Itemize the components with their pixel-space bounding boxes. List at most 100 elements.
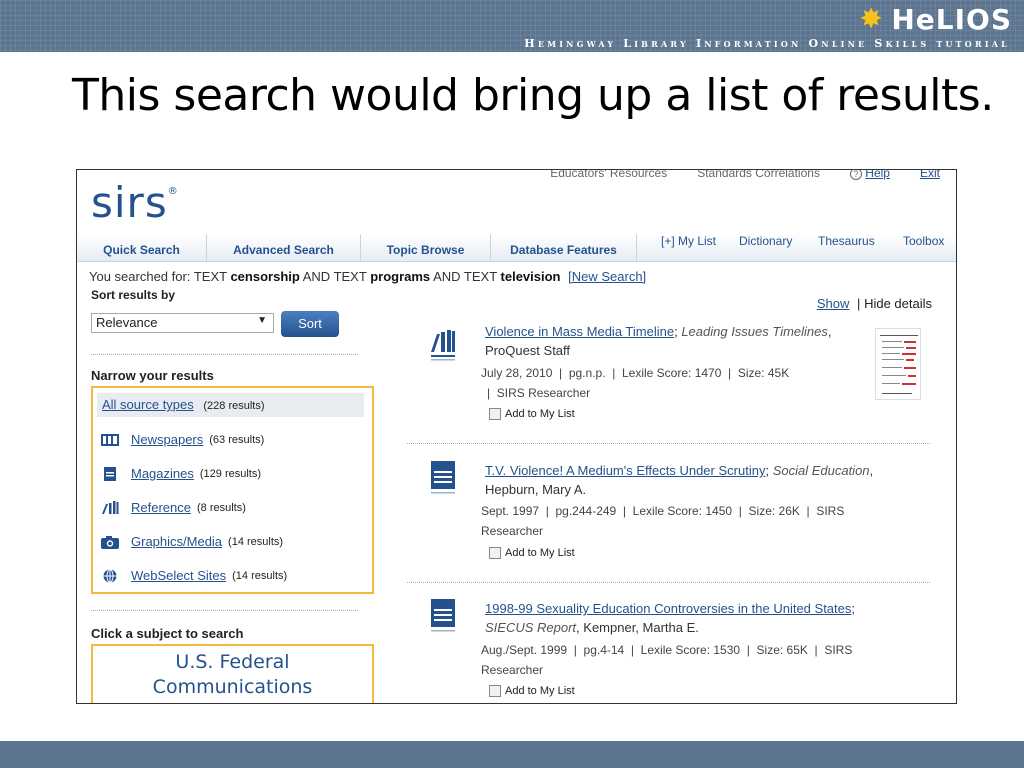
sort-label: Sort results by xyxy=(91,288,176,302)
add-to-list[interactable]: Add to My List xyxy=(489,547,575,559)
source-label: Reference xyxy=(131,500,191,515)
sort-select[interactable]: Relevance ▼ xyxy=(91,313,274,333)
search-summary: You searched for: TEXT censorship AND TE… xyxy=(89,269,646,284)
magazine-icon xyxy=(431,599,455,632)
result-source: Leading Issues Timelines xyxy=(681,324,828,339)
standards-correlations-link[interactable]: Standards Correlations xyxy=(697,170,820,180)
divider xyxy=(407,582,930,583)
exit-link[interactable]: Exit xyxy=(920,170,940,180)
search-keyword: television xyxy=(500,269,561,284)
search-term-type: TEXT xyxy=(333,269,367,284)
search-keyword: programs xyxy=(370,269,431,284)
add-to-list[interactable]: Add to My List xyxy=(489,408,575,420)
globe-icon xyxy=(103,568,117,583)
magazine-icon xyxy=(104,466,116,481)
add-to-list-checkbox[interactable] xyxy=(489,685,501,697)
source-label: Newspapers xyxy=(131,432,204,447)
educators-resources-link[interactable]: Educators' Resources xyxy=(550,170,667,180)
helios-logo-text: HeLIOS xyxy=(891,2,1012,36)
source-count: (129 results) xyxy=(199,467,262,480)
narrow-results-title: Narrow your results xyxy=(91,368,214,383)
new-search-link[interactable]: [New Search] xyxy=(568,269,646,284)
show-details-link[interactable]: Show xyxy=(817,296,850,311)
result-meta-line: Researcher xyxy=(481,663,544,677)
help-circle-icon: ? xyxy=(849,170,862,180)
search-summary-prefix: You searched for: xyxy=(89,269,191,284)
source-newspapers[interactable]: Newspapers (63 results) xyxy=(101,432,264,447)
result-meta-line: July 28, 2010 | pg.n.p. | Lexile Score: … xyxy=(481,366,790,380)
tab-database-features[interactable]: Database Features xyxy=(491,234,637,262)
result-title-link[interactable]: T.V. Violence! A Medium's Effects Under … xyxy=(485,463,765,478)
search-operator: AND xyxy=(433,269,461,284)
search-keyword: censorship xyxy=(230,269,300,284)
add-to-list-checkbox[interactable] xyxy=(489,408,501,420)
result-thumbnail[interactable] xyxy=(875,328,921,400)
sirs-screenshot: sirs® Educators' Resources Standards Cor… xyxy=(76,169,957,704)
left-panel: Sort results by Relevance ▼ Sort Narrow … xyxy=(91,288,374,703)
tab-topic-browse[interactable]: Topic Browse xyxy=(361,234,491,262)
thesaurus-link[interactable]: Thesaurus xyxy=(818,234,875,254)
divider xyxy=(91,610,358,611)
result-citation: Violence in Mass Media Timeline; Leading… xyxy=(485,324,832,358)
magazine-icon xyxy=(431,461,455,494)
toolbox-link[interactable]: Toolbox xyxy=(903,234,944,254)
add-to-list-label: Add to My List xyxy=(505,547,575,559)
source-webselect-sites[interactable]: WebSelect Sites (14 results) xyxy=(101,568,287,583)
sort-row: Relevance ▼ Sort xyxy=(91,311,361,339)
timeline-thumbnail-icon xyxy=(880,335,918,394)
result-author: Hepburn, Mary A. xyxy=(485,482,587,497)
result-meta: Aug./Sept. 1999 | pg.4-14 | Lexile Score… xyxy=(481,640,931,680)
dictionary-link[interactable]: Dictionary xyxy=(739,234,792,254)
source-count: (14 results) xyxy=(228,535,284,548)
source-all-types[interactable]: All source types (228 results) xyxy=(97,393,364,417)
slide-banner: ✸ HeLIOS Hemingway Library Information O… xyxy=(0,0,1024,52)
sirs-logo: sirs® xyxy=(91,178,179,227)
slide-title: This search would bring up a list of res… xyxy=(72,70,994,121)
result-author: ProQuest Staff xyxy=(485,343,571,358)
result-source-tail: , Kempner, Martha E. xyxy=(576,620,699,635)
result-meta-line: Researcher xyxy=(481,524,544,538)
source-graphics-media[interactable]: Graphics/Media (14 results) xyxy=(101,534,283,549)
source-count: (14 results) xyxy=(232,569,288,582)
my-list-link[interactable]: [+] My List xyxy=(661,234,716,254)
add-to-list[interactable]: Add to My List xyxy=(489,685,575,697)
result-title-link[interactable]: Violence in Mass Media Timeline xyxy=(485,324,674,339)
top-links: Educators' Resources Standards Correlati… xyxy=(550,169,940,180)
detail-separator: | xyxy=(857,296,861,311)
subject-title: Click a subject to search xyxy=(91,626,244,641)
search-term-type: TEXT xyxy=(193,269,227,284)
result-citation: T.V. Violence! A Medium's Effects Under … xyxy=(485,463,874,497)
source-count: (63 results) xyxy=(209,433,265,446)
result-meta-line: | SIRS Researcher xyxy=(487,386,591,400)
reference-icon xyxy=(431,330,455,361)
tab-advanced-search[interactable]: Advanced Search xyxy=(207,234,361,262)
help-link[interactable]: ? Help xyxy=(849,169,890,180)
source-count: (8 results) xyxy=(196,501,246,514)
sort-button[interactable]: Sort xyxy=(281,311,339,337)
source-label: Magazines xyxy=(131,466,194,481)
add-to-list-label: Add to My List xyxy=(505,685,575,697)
helios-logo: ✸ HeLIOS xyxy=(859,2,1012,36)
result-source-tail: , xyxy=(869,463,874,478)
tab-quick-search[interactable]: Quick Search xyxy=(77,234,207,262)
result-title-link[interactable]: 1998-99 Sexuality Education Controversie… xyxy=(485,601,851,616)
sort-select-value: Relevance xyxy=(96,315,158,330)
source-magazines[interactable]: Magazines (129 results) xyxy=(101,466,261,481)
hide-details-label[interactable]: Hide details xyxy=(864,296,932,311)
newspaper-icon xyxy=(101,433,119,446)
add-to-list-checkbox[interactable] xyxy=(489,547,501,559)
reference-icon xyxy=(102,500,119,514)
source-label: Graphics/Media xyxy=(131,534,223,549)
helios-tagline: Hemingway Library Information Online Ski… xyxy=(524,37,1010,50)
result-meta: July 28, 2010 | pg.n.p. | Lexile Score: … xyxy=(481,363,931,403)
subject-line: U.S. Federal xyxy=(175,651,290,673)
source-reference[interactable]: Reference (8 results) xyxy=(101,500,246,515)
subject-box[interactable]: U.S. Federal Communications xyxy=(91,644,374,703)
sirs-logo-text: sirs xyxy=(91,178,168,227)
help-link-label: Help xyxy=(865,169,890,180)
detail-toggle: Show | Hide details xyxy=(817,296,932,311)
subject-line: Communications xyxy=(152,676,313,698)
source-count: (228 results) xyxy=(203,400,265,412)
divider xyxy=(407,443,930,444)
chevron-down-icon: ▼ xyxy=(257,315,267,326)
